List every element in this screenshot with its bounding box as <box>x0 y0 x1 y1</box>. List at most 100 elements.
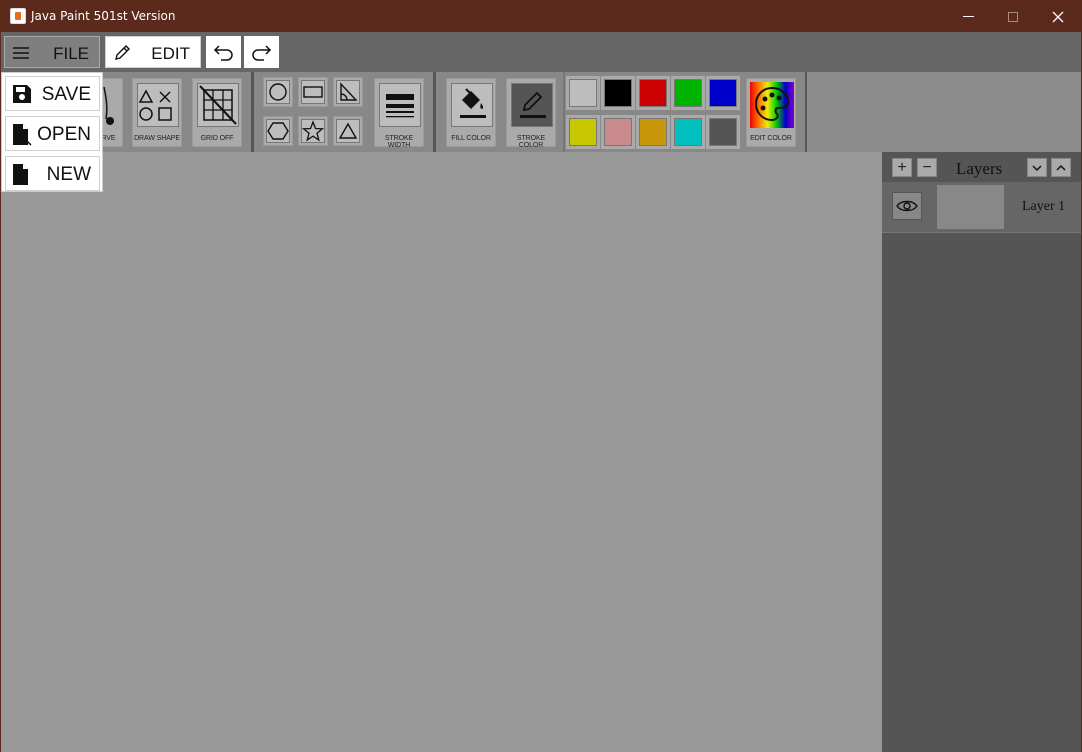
color-swatch-fill <box>604 79 632 107</box>
color-swatch[interactable] <box>636 76 670 110</box>
rectangle-icon <box>303 86 323 98</box>
color-swatch-fill <box>639 79 667 107</box>
draw-shape-button[interactable]: DRAW SHAPE <box>132 78 182 147</box>
rectangle-shape-button[interactable] <box>298 77 328 107</box>
toolbar: URVE DRAW SHAPE GRID OFF STROKE WIDTH FI… <box>1 72 1081 152</box>
grid-off-icon <box>199 85 237 125</box>
save-menu-label: SAVE <box>41 84 91 105</box>
color-swatch[interactable] <box>671 76 705 110</box>
color-swatch-fill <box>639 118 667 146</box>
circle-shape-button[interactable] <box>263 77 293 107</box>
new-file-icon <box>13 164 28 185</box>
star-shape-frame <box>301 119 325 143</box>
fill-color-frame <box>451 83 493 127</box>
layers-title: Layers <box>956 159 1003 178</box>
open-menu-item[interactable]: OPEN <box>5 116 100 151</box>
add-layer-button[interactable]: + <box>892 158 912 177</box>
fill-color-button[interactable]: FILL COLOR <box>446 78 496 147</box>
grid-toggle-button[interactable]: GRID OFF <box>192 78 242 147</box>
fill-color-label: FILL COLOR <box>451 135 491 142</box>
pen-icon <box>520 91 546 118</box>
toolbar-separator <box>433 72 436 152</box>
redo-icon <box>252 45 272 61</box>
palette-icon <box>754 86 790 122</box>
drawing-canvas[interactable] <box>1 152 882 752</box>
grid-toggle-frame <box>197 83 239 127</box>
triangle-icon <box>338 122 358 139</box>
open-file-icon <box>13 124 32 146</box>
save-icon <box>13 85 31 103</box>
title-bar: Java Paint 501st Version <box>1 1 1081 32</box>
color-swatch-fill <box>569 79 597 107</box>
star-shape-button[interactable] <box>298 116 328 146</box>
layers-panel: + − Layers Layer 1 <box>882 152 1081 752</box>
triangle-shape-frame <box>336 119 360 143</box>
stroke-color-label: STROKE COLOR <box>516 135 546 149</box>
triangle-shape-button[interactable] <box>333 116 363 146</box>
maximize-icon <box>1008 11 1018 22</box>
layer-visibility-toggle[interactable] <box>892 192 922 220</box>
remove-layer-button[interactable]: − <box>917 158 937 177</box>
java-app-icon <box>10 8 26 24</box>
circle-shape-frame <box>266 80 290 104</box>
redo-button[interactable] <box>244 36 279 68</box>
close-icon <box>1052 11 1064 22</box>
draw-shape-frame <box>137 83 179 127</box>
shapes-icon <box>138 89 172 121</box>
close-button[interactable] <box>1035 1 1081 32</box>
hexagon-shape-frame <box>266 119 290 143</box>
move-layer-down-button[interactable] <box>1027 158 1047 177</box>
stroke-width-frame <box>379 83 421 127</box>
file-dropdown-menu: SAVE OPEN NEW <box>1 72 103 192</box>
toolbar-separator <box>251 72 254 152</box>
app-window: Java Paint 501st Version FILE EDIT URVE <box>0 0 1082 752</box>
color-swatch[interactable] <box>566 76 600 110</box>
minimize-button[interactable] <box>945 1 991 32</box>
color-swatch[interactable] <box>636 115 670 149</box>
undo-icon <box>213 45 233 61</box>
right-triangle-shape-frame <box>336 80 360 104</box>
paint-bucket-icon <box>460 88 486 118</box>
right-triangle-shape-button[interactable] <box>333 77 363 107</box>
edit-menu-label: EDIT <box>151 44 190 63</box>
file-menu-button[interactable]: FILE <box>4 36 100 68</box>
minimize-icon <box>962 16 974 17</box>
edit-color-label: EDIT COLOR <box>750 135 792 142</box>
color-swatch[interactable] <box>671 115 705 149</box>
grid-toggle-label: GRID OFF <box>200 135 234 142</box>
new-menu-label: NEW <box>46 164 91 185</box>
maximize-button[interactable] <box>990 1 1036 32</box>
toolbar-separator <box>805 72 807 152</box>
color-swatch[interactable] <box>706 115 740 149</box>
window-title: Java Paint 501st Version <box>31 9 176 23</box>
layers-header: + − Layers <box>882 152 1081 182</box>
stroke-color-button[interactable]: STROKE COLOR <box>506 78 556 149</box>
color-swatch[interactable] <box>706 76 740 110</box>
edit-menu-button[interactable]: EDIT <box>105 36 201 68</box>
color-swatch[interactable] <box>601 76 635 110</box>
layer-name: Layer 1 <box>1022 199 1066 214</box>
new-menu-item[interactable]: NEW <box>5 156 100 191</box>
chevron-down-icon <box>1032 164 1042 171</box>
menu-bar: FILE EDIT <box>1 32 1081 72</box>
hexagon-shape-button[interactable] <box>263 116 293 146</box>
toolbar-empty-area <box>807 72 1081 152</box>
color-swatch-fill <box>709 118 737 146</box>
undo-button[interactable] <box>206 36 241 68</box>
layer-row[interactable]: Layer 1 <box>882 182 1081 233</box>
star-icon <box>302 120 324 142</box>
color-swatch[interactable] <box>566 115 600 149</box>
color-swatch-fill <box>674 118 702 146</box>
stroke-width-label: STROKE WIDTH <box>384 135 414 149</box>
color-swatch-fill <box>569 118 597 146</box>
color-swatch[interactable] <box>601 115 635 149</box>
draw-shape-label: DRAW SHAPE <box>134 135 180 142</box>
color-swatch-fill <box>604 118 632 146</box>
edit-color-button[interactable]: EDIT COLOR <box>746 78 796 147</box>
pencil-icon <box>115 45 130 60</box>
save-menu-item[interactable]: SAVE <box>5 76 100 111</box>
rectangle-shape-frame <box>301 80 325 104</box>
circle-icon <box>269 83 287 101</box>
move-layer-up-button[interactable] <box>1051 158 1071 177</box>
stroke-width-button[interactable]: STROKE WIDTH <box>374 78 424 149</box>
